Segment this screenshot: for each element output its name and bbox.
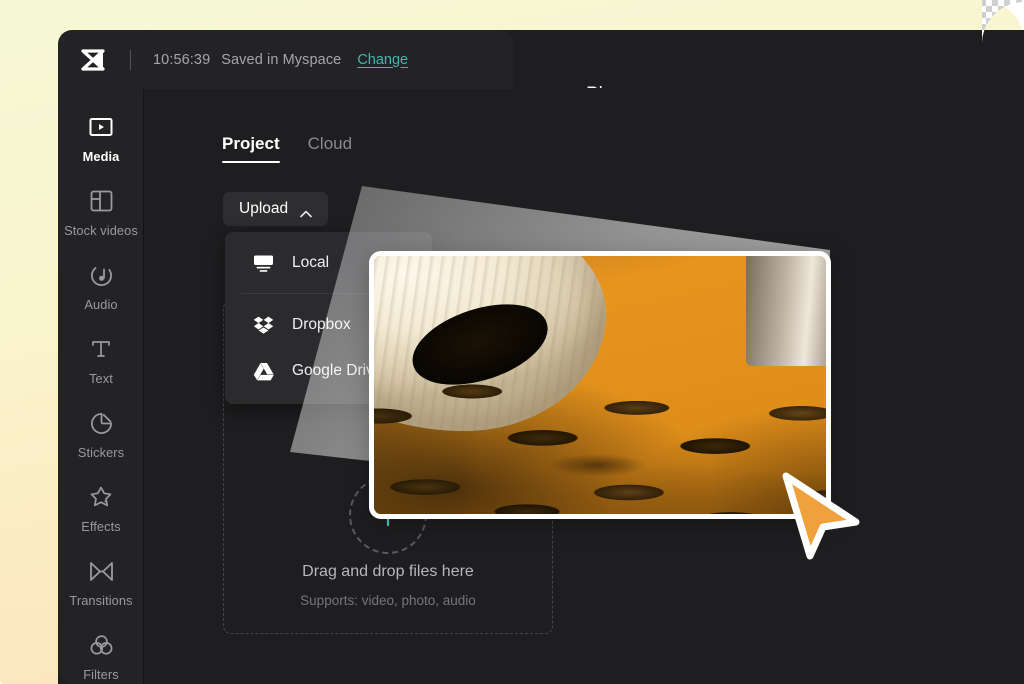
sticker-icon	[88, 410, 114, 436]
tab-cloud[interactable]: Cloud	[308, 134, 352, 163]
topbar-divider	[130, 50, 131, 70]
tab-label: Project	[222, 134, 280, 153]
sidebar-item-filters[interactable]: Filters	[58, 620, 144, 684]
menu-item-label: Local	[292, 254, 329, 272]
upload-button[interactable]: Upload	[223, 192, 328, 226]
sidebar-item-text[interactable]: Text	[58, 324, 144, 398]
panel-tab-list: Project Cloud	[222, 134, 352, 163]
preview-metal-cylinder	[746, 256, 826, 366]
layout-grid-icon	[88, 188, 114, 214]
tab-label: Cloud	[308, 134, 352, 153]
sidebar-item-media[interactable]: Media	[58, 102, 144, 176]
app-topbar: 10:56:39 Saved in Myspace Change	[58, 30, 513, 89]
sidebar-item-label: Audio	[84, 297, 117, 312]
saved-status-label: Saved in Myspace	[221, 52, 341, 68]
google-drive-icon	[253, 361, 274, 382]
media-play-icon	[88, 114, 114, 140]
filters-circles-icon	[88, 632, 114, 658]
sidebar-item-stock-videos[interactable]: Stock videos	[58, 176, 144, 250]
drag-preview-photo	[374, 256, 826, 514]
monitor-icon	[253, 253, 274, 274]
left-tool-rail: Media Stock videos Audio Text	[58, 88, 144, 684]
transitions-icon	[88, 558, 114, 584]
sidebar-item-audio[interactable]: Audio	[58, 250, 144, 324]
sidebar-item-label: Filters	[83, 667, 119, 682]
sidebar-item-label: Media	[83, 149, 120, 164]
menu-item-label: Dropbox	[292, 316, 351, 334]
rail-divider	[143, 88, 144, 684]
chevron-up-icon	[300, 205, 312, 213]
capcut-logo-icon[interactable]	[78, 45, 108, 75]
drag-preview-clip	[374, 256, 826, 514]
effects-star-icon	[88, 484, 114, 510]
text-t-icon	[88, 336, 114, 362]
change-location-link[interactable]: Change	[357, 52, 408, 68]
drag-preview-frame[interactable]	[369, 251, 831, 519]
sidebar-item-label: Stickers	[78, 445, 124, 460]
sidebar-item-label: Text	[89, 371, 113, 386]
audio-note-icon	[88, 262, 114, 288]
screenshot-stage: 10:56:39 Saved in Myspace Change Media S…	[0, 0, 1024, 684]
preview-coffee-beans	[374, 356, 826, 514]
tab-project[interactable]: Project	[222, 134, 280, 163]
sidebar-item-label: Transitions	[69, 593, 132, 608]
dropzone-subtitle: Supports: video, photo, audio	[224, 593, 552, 608]
sidebar-item-label: Stock videos	[64, 223, 138, 238]
sidebar-item-transitions[interactable]: Transitions	[58, 546, 144, 620]
dropbox-icon	[253, 315, 274, 336]
autosave-time: 10:56:39	[153, 52, 210, 68]
sidebar-item-effects[interactable]: Effects	[58, 472, 144, 546]
upload-button-label: Upload	[239, 200, 288, 218]
dropzone-title: Drag and drop files here	[224, 563, 552, 581]
sidebar-item-stickers[interactable]: Stickers	[58, 398, 144, 472]
sidebar-item-label: Effects	[81, 519, 121, 534]
